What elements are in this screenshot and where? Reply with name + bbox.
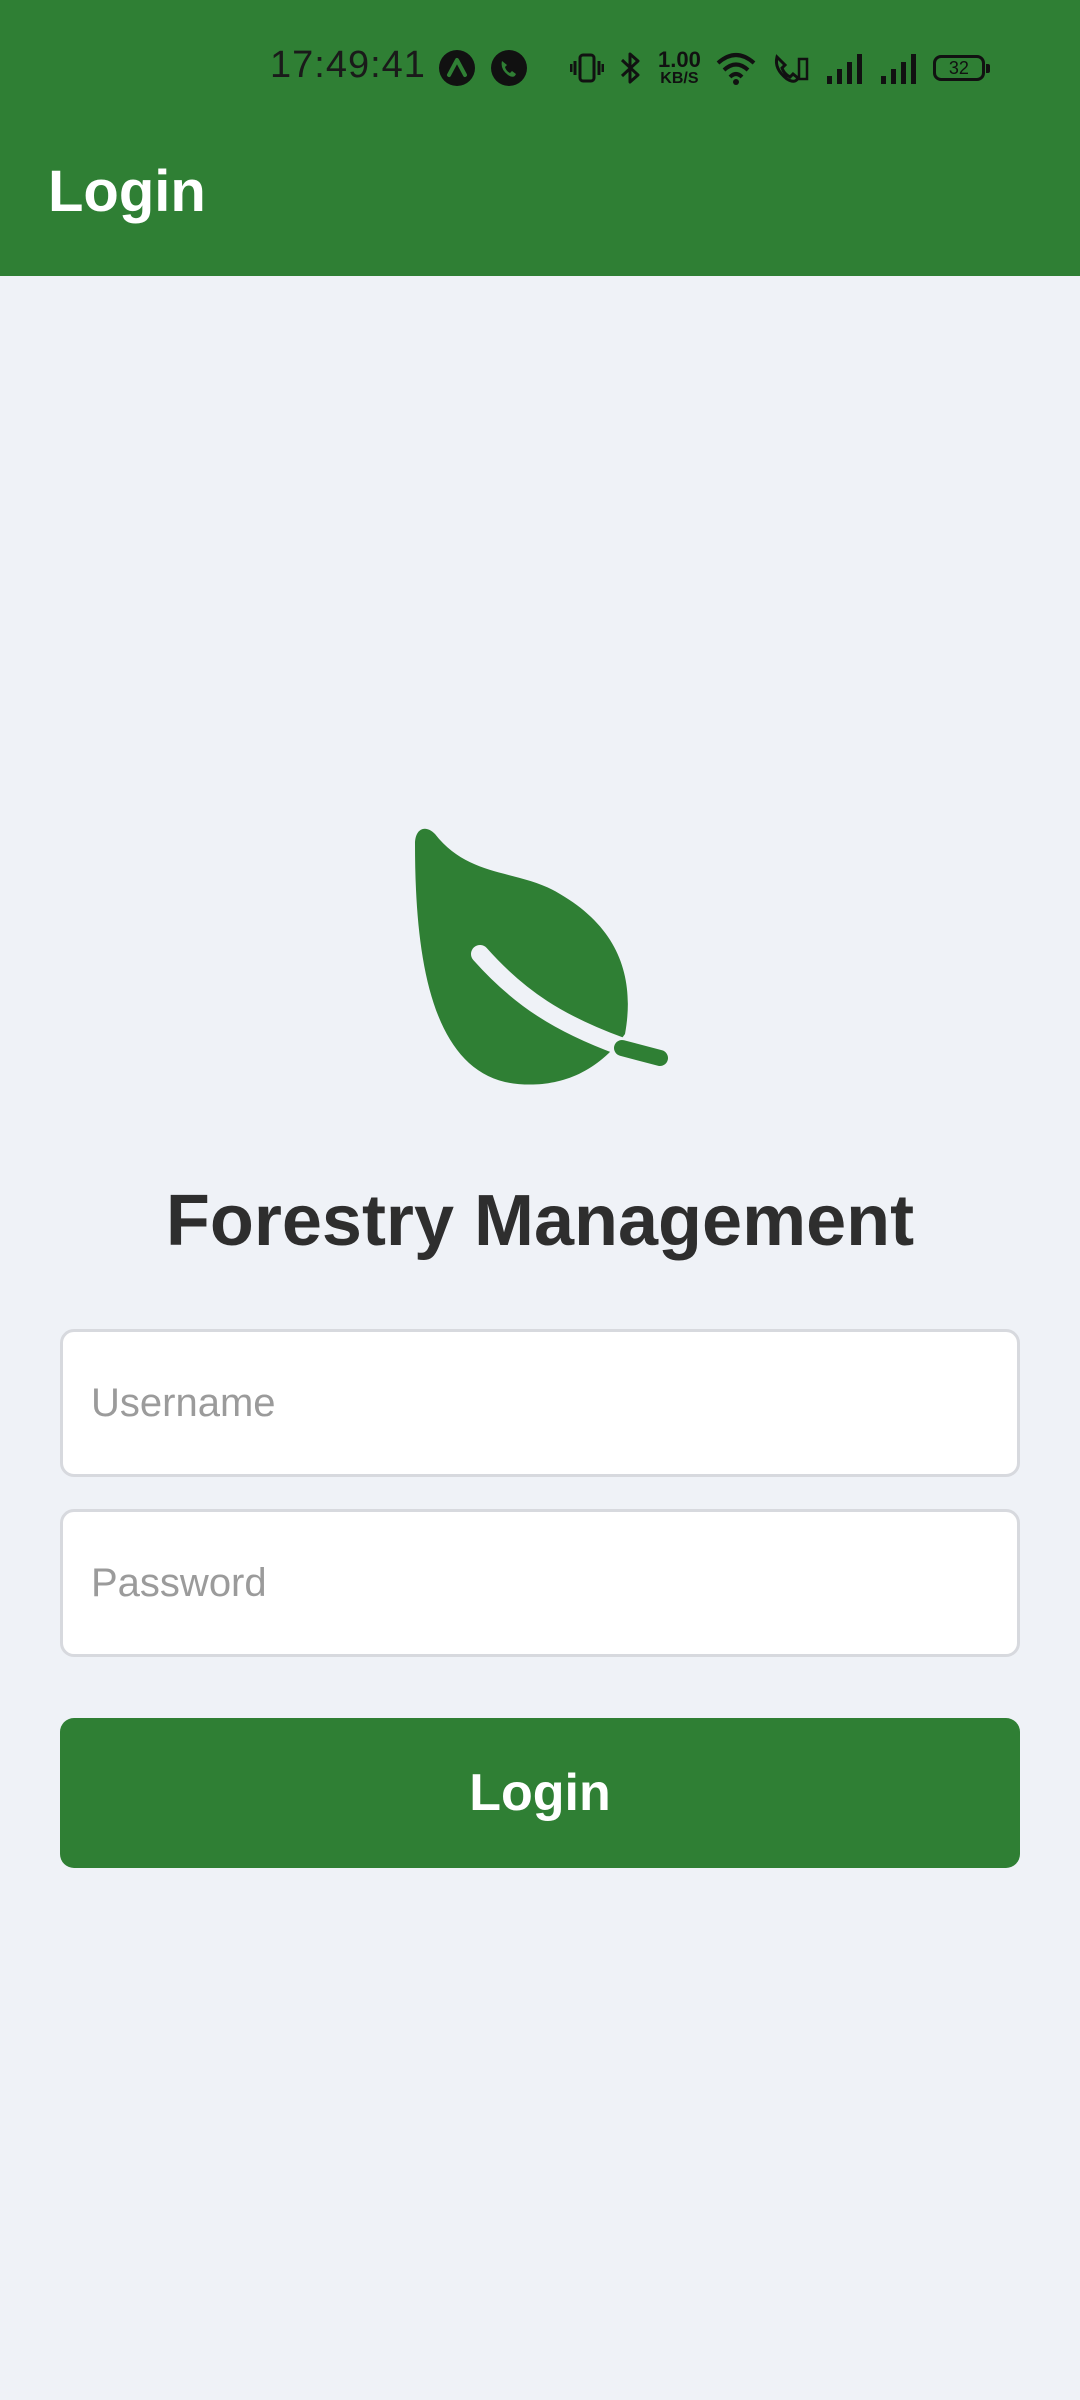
- status-icons: 1.00 KB/S 32: [438, 46, 990, 90]
- status-time: 17:49:41: [270, 44, 426, 86]
- bluetooth-icon: [618, 46, 644, 90]
- app-heading: Forestry Management: [165, 1181, 915, 1261]
- phone-badge-icon: [490, 46, 528, 90]
- page-title: Login: [48, 159, 206, 224]
- login-screen: 17:49:41 1.00 KB/S 32 Login Forestry Man…: [0, 0, 1080, 2400]
- username-input[interactable]: [60, 1329, 1020, 1477]
- app-bar: 17:49:41 1.00 KB/S 32 Login: [0, 0, 1080, 276]
- wifi-icon: [715, 46, 757, 90]
- status-bar: 17:49:41 1.00 KB/S 32: [0, 0, 1080, 138]
- wifi-calling-icon: [771, 46, 811, 90]
- signal-icon: [825, 46, 865, 90]
- login-button[interactable]: Login: [60, 1718, 1020, 1868]
- password-input[interactable]: [60, 1509, 1020, 1657]
- signal-icon: [879, 46, 919, 90]
- network-speed: 1.00 KB/S: [658, 47, 701, 87]
- battery-indicator: 32: [932, 55, 990, 81]
- vibrate-icon: [570, 46, 604, 90]
- leaf-icon: [410, 824, 670, 1088]
- a-circle-icon: [438, 46, 476, 90]
